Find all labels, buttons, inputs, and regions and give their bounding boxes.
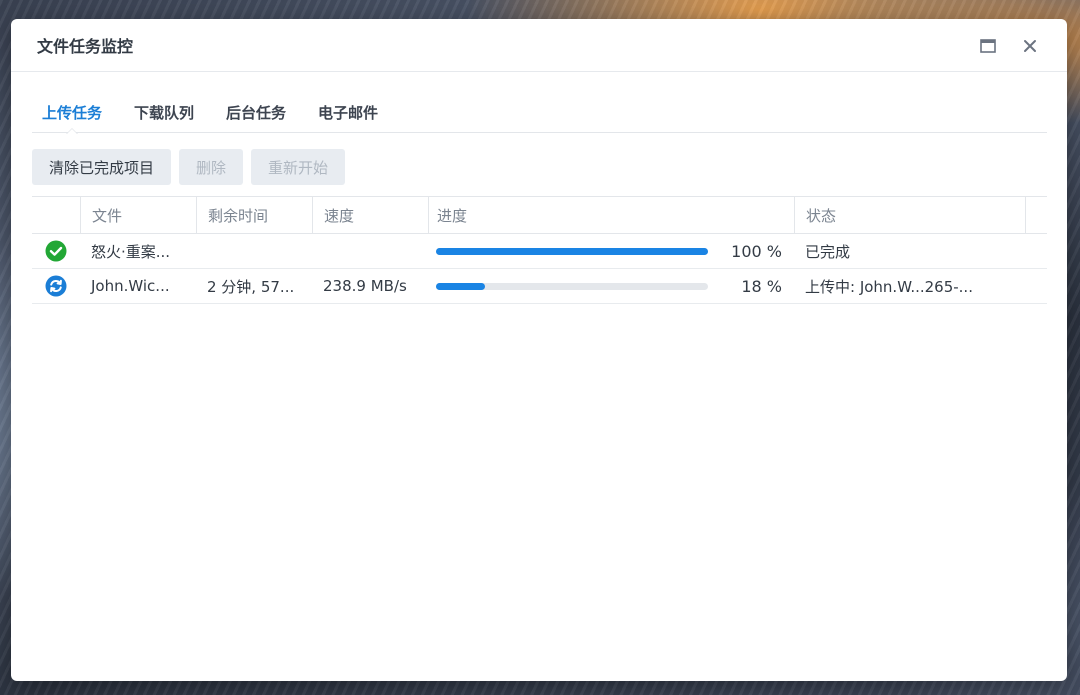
progress-percent: 18 % xyxy=(741,276,782,296)
row-status: 已完成 xyxy=(805,242,851,261)
task-table: 文件 剩余时间 速度 进度 状态 怒火·重案... 100 % 已完成 John… xyxy=(32,196,1047,304)
watermark-text: 什么值得买 xyxy=(980,660,1056,679)
tab-upload-tasks[interactable]: 上传任务 xyxy=(32,91,112,134)
check-circle-icon xyxy=(45,240,67,262)
column-header-extra xyxy=(1025,197,1047,233)
close-icon xyxy=(1024,40,1036,52)
table-header: 文件 剩余时间 速度 进度 状态 xyxy=(32,196,1047,234)
progress-percent: 100 % xyxy=(731,241,782,261)
column-header-remaining-time[interactable]: 剩余时间 xyxy=(196,197,312,233)
progress-bar xyxy=(436,282,708,290)
delete-button[interactable]: 删除 xyxy=(179,149,244,185)
row-speed: 238.9 MB/s xyxy=(323,277,407,295)
column-header-progress[interactable]: 进度 xyxy=(428,197,794,233)
task-tabs: 上传任务 下载队列 后台任务 电子邮件 xyxy=(32,91,1047,134)
restart-button[interactable]: 重新开始 xyxy=(251,149,346,185)
table-row[interactable]: 怒火·重案... 100 % 已完成 xyxy=(32,234,1047,269)
progress-bar-fill xyxy=(436,282,485,290)
row-remaining-time xyxy=(196,234,312,268)
file-task-monitor-window: 文件任务监控 上传任务 下载队列 后台任务 电子邮件 清除已完成项目 删除 重新… xyxy=(11,19,1067,681)
row-status-icon-cell xyxy=(32,269,80,303)
close-button[interactable] xyxy=(1019,35,1041,57)
clear-completed-button[interactable]: 清除已完成项目 xyxy=(32,149,172,185)
maximize-icon xyxy=(980,39,996,53)
row-file-name: John.Wic... xyxy=(91,277,170,295)
watermark-badge: 值 xyxy=(952,658,974,680)
tab-email[interactable]: 电子邮件 xyxy=(308,91,388,133)
row-status-icon-cell xyxy=(32,234,80,268)
window-titlebar[interactable]: 文件任务监控 xyxy=(11,19,1067,72)
window-title: 文件任务监控 xyxy=(37,37,134,56)
watermark: 值 什么值得买 xyxy=(952,658,1055,680)
row-remaining-time: 2 分钟, 57... xyxy=(207,277,295,296)
row-speed xyxy=(312,234,428,268)
progress-bar xyxy=(436,247,708,255)
row-file-name: 怒火·重案... xyxy=(91,242,171,261)
tab-download-queue[interactable]: 下载队列 xyxy=(124,91,204,133)
toolbar: 清除已完成项目 删除 重新开始 xyxy=(32,149,353,185)
row-progress: 100 % xyxy=(428,234,794,268)
table-row[interactable]: John.Wic... 2 分钟, 57... 238.9 MB/s 18 % … xyxy=(32,269,1047,304)
progress-bar-fill xyxy=(436,247,708,255)
maximize-button[interactable] xyxy=(977,35,999,57)
row-status: 上传中: John.W...265-... xyxy=(805,277,973,296)
row-progress: 18 % xyxy=(428,269,794,303)
column-header-icon[interactable] xyxy=(32,197,80,233)
tab-background-tasks[interactable]: 后台任务 xyxy=(216,91,296,133)
column-header-speed[interactable]: 速度 xyxy=(312,197,428,233)
column-header-file[interactable]: 文件 xyxy=(80,197,196,233)
column-header-status[interactable]: 状态 xyxy=(794,197,1025,233)
sync-circle-icon xyxy=(45,275,67,297)
